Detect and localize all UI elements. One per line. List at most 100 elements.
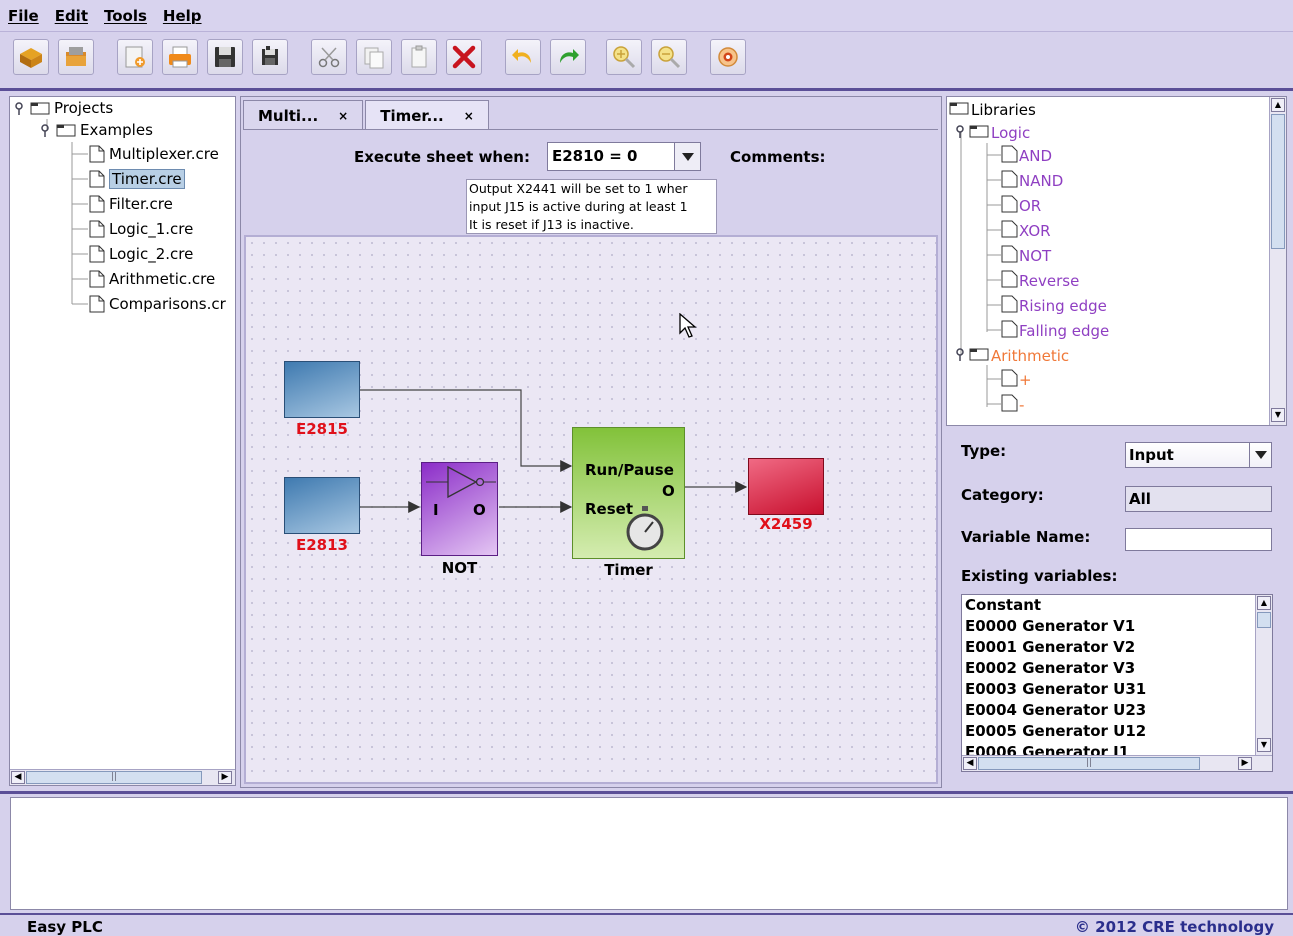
scroll-right-icon[interactable]: ▶ [1238,757,1252,770]
list-item[interactable]: E0001 Generator V2 [965,638,1135,656]
menu-help[interactable]: Help [163,7,202,25]
library-item-plus[interactable]: + [1001,369,1032,391]
library-item-label: NOT [1019,247,1052,265]
compile-button[interactable] [710,39,746,75]
library-item-or[interactable]: OR [1001,195,1041,217]
new-sheet-button[interactable] [117,39,153,75]
save-project-icon [66,47,86,66]
comments-textarea[interactable]: Output X2441 will be set to 1 wher input… [466,179,717,234]
save-button[interactable] [207,39,243,75]
scroll-thumb[interactable]: || [978,757,1200,770]
scroll-left-icon[interactable]: ◀ [11,771,25,784]
scroll-down-icon[interactable]: ▼ [1271,408,1285,422]
input-block-e2815[interactable] [284,361,360,418]
close-icon[interactable]: × [338,109,348,123]
list-item[interactable]: Constant [965,596,1041,614]
diagram-canvas[interactable]: E2815 E2813 I O NOT Run/Pause O Reset Ti… [244,235,938,784]
list-item[interactable]: E0005 Generator U12 [965,722,1146,740]
tree-toggle-icon[interactable] [955,124,969,142]
save-project-button[interactable] [58,39,94,75]
menu-edit[interactable]: Edit [55,7,88,25]
scroll-thumb[interactable] [1271,114,1285,249]
input-block-e2813[interactable] [284,477,360,534]
scroll-up-icon[interactable]: ▲ [1271,98,1285,112]
close-icon[interactable]: × [464,109,474,123]
redo-button[interactable] [550,39,586,75]
existing-variables-list[interactable]: Constant E0000 Generator V1 E0001 Genera… [961,594,1273,772]
tab-multiplexer[interactable]: Multi... × [243,100,364,130]
library-item-not[interactable]: NOT [1001,245,1051,267]
scroll-thumb[interactable] [1257,612,1271,628]
stopwatch-icon [626,506,664,551]
list-item[interactable]: E0002 Generator V3 [965,659,1135,677]
tree-file-timer[interactable]: Timer.cre [89,168,185,190]
tree-toggle-icon[interactable] [40,123,52,137]
console-output[interactable] [10,797,1288,910]
open-project-button[interactable] [13,39,49,75]
print-button[interactable] [162,39,198,75]
variable-properties: Type: Input Category: All Variable Name:… [946,428,1287,788]
tree-projects-root[interactable]: Projects [14,97,113,119]
tree-file-arithmetic[interactable]: Arithmetic.cre [89,268,215,290]
zoom-in-button[interactable] [606,39,642,75]
variables-vscrollbar[interactable]: ▲ ▼ [1255,595,1272,755]
copy-button[interactable] [356,39,392,75]
category-label: Category: [961,486,1044,504]
category-field[interactable]: All [1125,486,1272,512]
tree-file-filter[interactable]: Filter.cre [89,193,173,215]
variable-name-input[interactable] [1125,528,1272,551]
tree-toggle-icon[interactable] [14,101,26,115]
library-item-and[interactable]: AND [1001,145,1052,167]
paste-button[interactable] [401,39,437,75]
list-item[interactable]: E0003 Generator U31 [965,680,1146,698]
list-item[interactable]: E0000 Generator V1 [965,617,1135,635]
tree-toggle-icon[interactable] [955,347,969,365]
library-item-reverse[interactable]: Reverse [1001,270,1079,292]
file-icon [1001,195,1019,217]
chevron-down-icon[interactable] [674,143,700,170]
tree-file-logic-1[interactable]: Logic_1.cre [89,218,193,240]
library-vscrollbar[interactable]: ▲ ▼ [1269,97,1286,425]
file-icon [89,245,105,263]
chevron-down-icon[interactable] [1249,443,1271,467]
tree-file-comparisons[interactable]: Comparisons.cr [89,293,226,315]
list-item[interactable]: E0004 Generator U23 [965,701,1146,719]
library-item-rising-edge[interactable]: Rising edge [1001,295,1107,317]
type-select[interactable]: Input [1125,442,1272,468]
tree-file-logic-2[interactable]: Logic_2.cre [89,243,193,265]
library-item-falling-edge[interactable]: Falling edge [1001,320,1109,342]
execute-condition-select[interactable]: E2810 = 0 [547,142,701,171]
library-item-minus[interactable]: - [1001,394,1024,416]
variables-hscrollbar[interactable]: ◀ || ▶ [962,755,1272,771]
library-root[interactable]: Libraries [949,99,1036,121]
scroll-thumb[interactable]: || [26,771,202,784]
zoom-in-icon [613,46,636,69]
cut-button[interactable] [311,39,347,75]
delete-button[interactable] [446,39,482,75]
zoom-out-button[interactable] [651,39,687,75]
project-hscrollbar[interactable]: ◀ || ▶ [10,769,235,785]
library-logic-folder[interactable]: Logic [955,122,1030,144]
scroll-down-icon[interactable]: ▼ [1257,738,1271,752]
toolbar-divider [0,88,1293,91]
editor-tabs: Multi... × Timer... × [243,100,491,130]
output-block-x2459[interactable] [748,458,824,515]
tree-label: Examples [80,121,153,139]
library-item-xor[interactable]: XOR [1001,220,1051,242]
menu-tools[interactable]: Tools [104,7,147,25]
scroll-right-icon[interactable]: ▶ [218,771,232,784]
undo-button[interactable] [505,39,541,75]
tree-label: Libraries [971,101,1036,119]
tree-examples-folder[interactable]: Examples [40,119,153,141]
not-block[interactable]: I O [421,462,498,556]
tab-timer[interactable]: Timer... × [365,100,489,130]
menu-file[interactable]: File [8,7,39,25]
library-item-nand[interactable]: NAND [1001,170,1063,192]
save-all-button[interactable] [252,39,288,75]
scroll-left-icon[interactable]: ◀ [963,757,977,770]
library-arithmetic-folder[interactable]: Arithmetic [955,345,1069,367]
folder-icon [30,101,50,115]
timer-block[interactable]: Run/Pause O Reset [572,427,685,559]
tree-file-multiplexer[interactable]: Multiplexer.cre [89,143,219,165]
scroll-up-icon[interactable]: ▲ [1257,596,1271,610]
